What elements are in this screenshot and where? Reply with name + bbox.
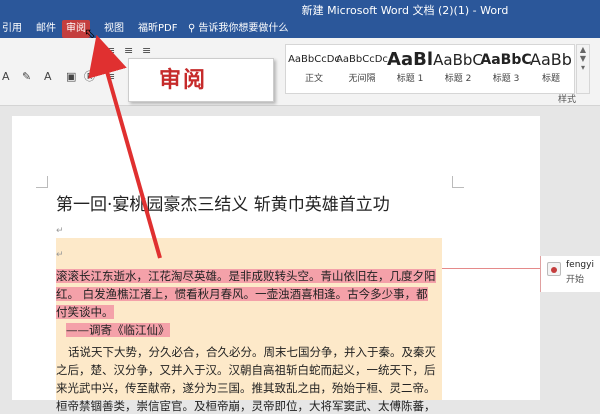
body-line-4: 桓帝禁锢善类，崇信宦官。及桓帝崩，灵帝即位，大将军窦武、太傅陈蕃， [56,399,436,413]
red-arrow-annotation [88,34,162,259]
